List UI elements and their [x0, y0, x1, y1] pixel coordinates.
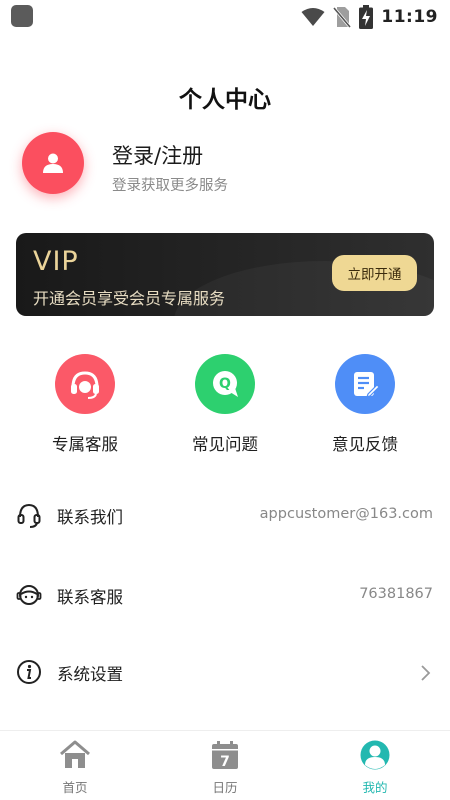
battery-charging-icon: [359, 5, 374, 29]
headphones-icon: [17, 503, 41, 528]
row-label: 系统设置: [57, 665, 123, 684]
login-subtitle: 登录获取更多服务: [112, 178, 228, 194]
contact-email: appcustomer@163.com: [259, 506, 433, 522]
vip-card[interactable]: VIP 开通会员享受会员专属服务 立即开通: [16, 233, 434, 316]
row-contact-service[interactable]: 联系客服 76381867: [0, 568, 450, 624]
no-sim-icon: [333, 7, 352, 28]
page-title: 个人中心: [179, 87, 271, 113]
quick-action-exclusive-service[interactable]: 专属客服: [30, 354, 140, 455]
row-contact-us[interactable]: 联系我们 appcustomer@163.com: [0, 488, 450, 544]
tab-label: 首页: [62, 780, 88, 795]
quick-action-label: 常见问题: [192, 435, 258, 454]
vip-title: VIP: [33, 246, 79, 277]
home-icon: [60, 740, 90, 768]
login-profile-card[interactable]: 登录/注册 登录获取更多服务: [22, 132, 432, 196]
quick-action-label: 专属客服: [52, 435, 118, 454]
service-agent-icon: [16, 585, 42, 605]
quick-action-faq[interactable]: Q 常见问题: [170, 354, 280, 455]
calendar-icon: 7: [212, 741, 238, 770]
login-register-link[interactable]: 登录/注册: [112, 140, 203, 170]
tab-label: 我的: [362, 780, 388, 795]
profile-icon: [360, 740, 390, 770]
bottom-tab-bar: 首页 7 日历 我的: [0, 730, 450, 800]
vip-subtitle: 开通会员享受会员专属服务: [33, 289, 226, 308]
status-time: 11:19: [381, 7, 438, 27]
tab-label: 日历: [212, 780, 238, 795]
status-indicators: 11:19: [301, 4, 438, 30]
tab-home[interactable]: 首页: [30, 739, 120, 796]
calendar-day-number: 7: [220, 754, 230, 770]
wifi-icon: [301, 8, 325, 26]
question-bubble-icon: Q: [195, 354, 255, 414]
tab-mine[interactable]: 我的: [330, 739, 420, 796]
svg-text:Q: Q: [219, 376, 231, 392]
user-icon: [43, 153, 63, 173]
avatar[interactable]: [22, 132, 84, 194]
status-bar: 11:19: [0, 0, 450, 34]
tab-calendar[interactable]: 7 日历: [180, 739, 270, 796]
info-icon: [17, 660, 41, 684]
service-phone: 76381867: [359, 586, 433, 602]
headset-icon: [55, 354, 115, 414]
app-notification-icon: [11, 5, 33, 27]
row-system-settings[interactable]: 系统设置: [0, 645, 450, 701]
vip-open-button[interactable]: 立即开通: [332, 255, 417, 291]
chevron-right-icon: [421, 665, 431, 681]
quick-action-feedback[interactable]: 意见反馈: [310, 354, 420, 455]
feedback-edit-icon: [335, 354, 395, 414]
quick-action-label: 意见反馈: [332, 435, 398, 454]
row-label: 联系我们: [57, 508, 123, 527]
row-label: 联系客服: [57, 588, 123, 607]
